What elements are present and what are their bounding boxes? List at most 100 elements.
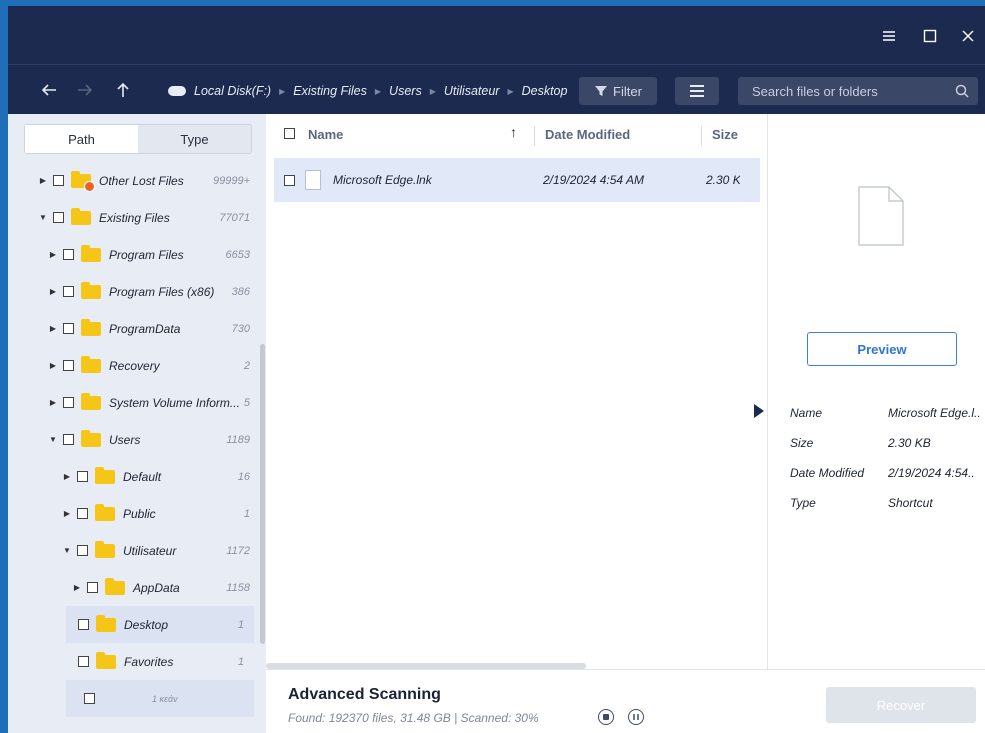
stop-scan-button[interactable]	[598, 709, 614, 725]
file-preview-icon	[858, 186, 904, 246]
folder-icon	[81, 318, 101, 336]
tree-checkbox[interactable]	[77, 508, 88, 519]
meta-value: Microsoft Edge.l..	[888, 406, 981, 420]
tree-checkbox[interactable]	[63, 434, 74, 445]
search-icon[interactable]	[954, 83, 970, 99]
tree-item-users[interactable]: ▼ Users 1189	[8, 421, 260, 458]
tree-item-program-files[interactable]: ▶ Program Files 6653	[8, 236, 260, 273]
tree-checkbox[interactable]	[53, 175, 64, 186]
expand-arrow-icon[interactable]: ▶	[48, 324, 58, 333]
tree-checkbox[interactable]	[78, 619, 89, 630]
breadcrumb-item[interactable]: Users	[389, 84, 422, 98]
row-checkbox[interactable]	[284, 174, 295, 186]
breadcrumb-item[interactable]: Desktop	[522, 84, 568, 98]
search-box	[738, 77, 978, 105]
tree-item-label: ProgramData	[109, 321, 181, 336]
column-name[interactable]: Name	[308, 127, 343, 142]
tree-item-programdata[interactable]: ▶ ProgramData 730	[8, 310, 260, 347]
tree-checkbox[interactable]	[78, 656, 89, 667]
tree-item-default[interactable]: ▶ Default 16	[8, 458, 260, 495]
tree-item-program-files-x86[interactable]: ▶ Program Files (x86) 386	[8, 273, 260, 310]
tree-checkbox[interactable]	[77, 471, 88, 482]
expand-arrow-icon[interactable]: ▶	[62, 472, 72, 481]
tree-checkbox[interactable]	[84, 693, 95, 704]
back-arrow-icon[interactable]	[38, 79, 60, 101]
folder-icon	[81, 244, 101, 262]
column-divider[interactable]	[534, 126, 535, 146]
folder-icon	[95, 540, 115, 558]
select-all-checkbox[interactable]	[284, 128, 295, 139]
tree-item-system-volume-information[interactable]: ▶ System Volume Inform... 5	[8, 384, 260, 421]
breadcrumb-item[interactable]: Utilisateur	[444, 84, 500, 98]
tab-path[interactable]: Path	[25, 125, 138, 153]
tree-item-favorites[interactable]: Favorites 1	[66, 643, 254, 680]
preview-button[interactable]: Preview	[807, 332, 957, 366]
search-input[interactable]	[738, 83, 938, 99]
hamburger-menu-icon[interactable]	[877, 24, 901, 48]
app-window: Local Disk(F:) ▶ Existing Files ▶ Users …	[8, 6, 985, 733]
forward-arrow-icon[interactable]	[74, 79, 96, 101]
expand-arrow-icon[interactable]: ▶	[48, 398, 58, 407]
tree-item-partial[interactable]: 1 κεάν	[66, 680, 254, 717]
expand-arrow-icon[interactable]: ▶	[62, 509, 72, 518]
expand-arrow-icon[interactable]: ▶	[72, 583, 82, 592]
breadcrumb-item[interactable]: Existing Files	[293, 84, 367, 98]
lost-folder-icon	[71, 170, 95, 192]
tree-item-label: Favorites	[124, 654, 174, 669]
meta-value: Shortcut	[888, 496, 933, 510]
folder-icon	[81, 355, 101, 373]
breadcrumb-separator-icon: ▶	[507, 86, 514, 96]
collapse-arrow-icon[interactable]: ▼	[48, 435, 58, 444]
file-icon	[305, 170, 321, 190]
tree-item-label: Program Files	[109, 247, 184, 262]
folder-icon	[95, 466, 115, 484]
column-date-modified[interactable]: Date Modified	[545, 127, 630, 142]
tree-checkbox[interactable]	[53, 212, 64, 223]
tree-item-utilisateur[interactable]: ▼ Utilisateur 1172	[8, 532, 260, 569]
tab-type[interactable]: Type	[138, 125, 251, 153]
expand-arrow-icon[interactable]: ▶	[48, 287, 58, 296]
expand-arrow-icon[interactable]: ▶	[48, 250, 58, 259]
tree-item-existing-files[interactable]: ▼ Existing Files 77071	[8, 199, 260, 236]
meta-value: 2.30 KB	[888, 436, 931, 450]
tree-item-count: 1	[243, 507, 250, 520]
sidebar-scrollbar[interactable]	[260, 344, 265, 644]
tree-checkbox[interactable]	[63, 323, 74, 334]
tree-item-count: 16	[237, 470, 250, 483]
folder-icon	[81, 281, 101, 299]
tree-checkbox[interactable]	[77, 545, 88, 556]
column-size[interactable]: Size	[712, 127, 738, 142]
detail-pane: Preview Name Microsoft Edge.l.. Size 2.3…	[754, 114, 985, 669]
tree-item-recovery[interactable]: ▶ Recovery 2	[8, 347, 260, 384]
list-menu-button[interactable]	[675, 77, 719, 105]
column-divider[interactable]	[701, 126, 702, 146]
list-header: Name ↑ Date Modified Size	[266, 114, 767, 156]
tree-item-public[interactable]: ▶ Public 1	[8, 495, 260, 532]
collapse-arrow-icon[interactable]: ▼	[38, 213, 48, 222]
tree-item-appdata[interactable]: ▶ AppData 1158	[8, 569, 260, 606]
tree-checkbox[interactable]	[63, 249, 74, 260]
tree-item-label: System Volume Inform...	[109, 395, 240, 410]
collapse-arrow-icon[interactable]: ▼	[62, 546, 72, 555]
expand-arrow-icon[interactable]: ▶	[48, 361, 58, 370]
pause-scan-button[interactable]	[628, 709, 644, 725]
filter-button[interactable]: Filter	[579, 77, 657, 105]
sort-ascending-icon[interactable]: ↑	[510, 124, 517, 140]
up-arrow-icon[interactable]	[112, 79, 134, 101]
tree-checkbox[interactable]	[63, 397, 74, 408]
tree-checkbox[interactable]	[87, 582, 98, 593]
table-row[interactable]: Microsoft Edge.lnk 2/19/2024 4:54 AM 2.3…	[274, 158, 760, 202]
expand-arrow-icon[interactable]: ▶	[38, 176, 48, 185]
tree-item-count: 1158	[226, 581, 250, 594]
breadcrumb-item[interactable]: Local Disk(F:)	[194, 84, 271, 98]
tree-item-other-lost-files[interactable]: ▶ Other Lost Files 99999+	[8, 162, 260, 199]
maximize-icon[interactable]	[918, 24, 942, 48]
tree-checkbox[interactable]	[63, 360, 74, 371]
tree-checkbox[interactable]	[63, 286, 74, 297]
close-icon[interactable]	[956, 24, 980, 48]
tree-item-count: 2	[243, 359, 250, 372]
recover-button[interactable]: Recover	[826, 687, 976, 723]
tree-item-desktop[interactable]: Desktop 1	[66, 606, 254, 643]
collapse-pane-icon[interactable]	[754, 404, 764, 418]
folder-icon	[105, 577, 125, 595]
